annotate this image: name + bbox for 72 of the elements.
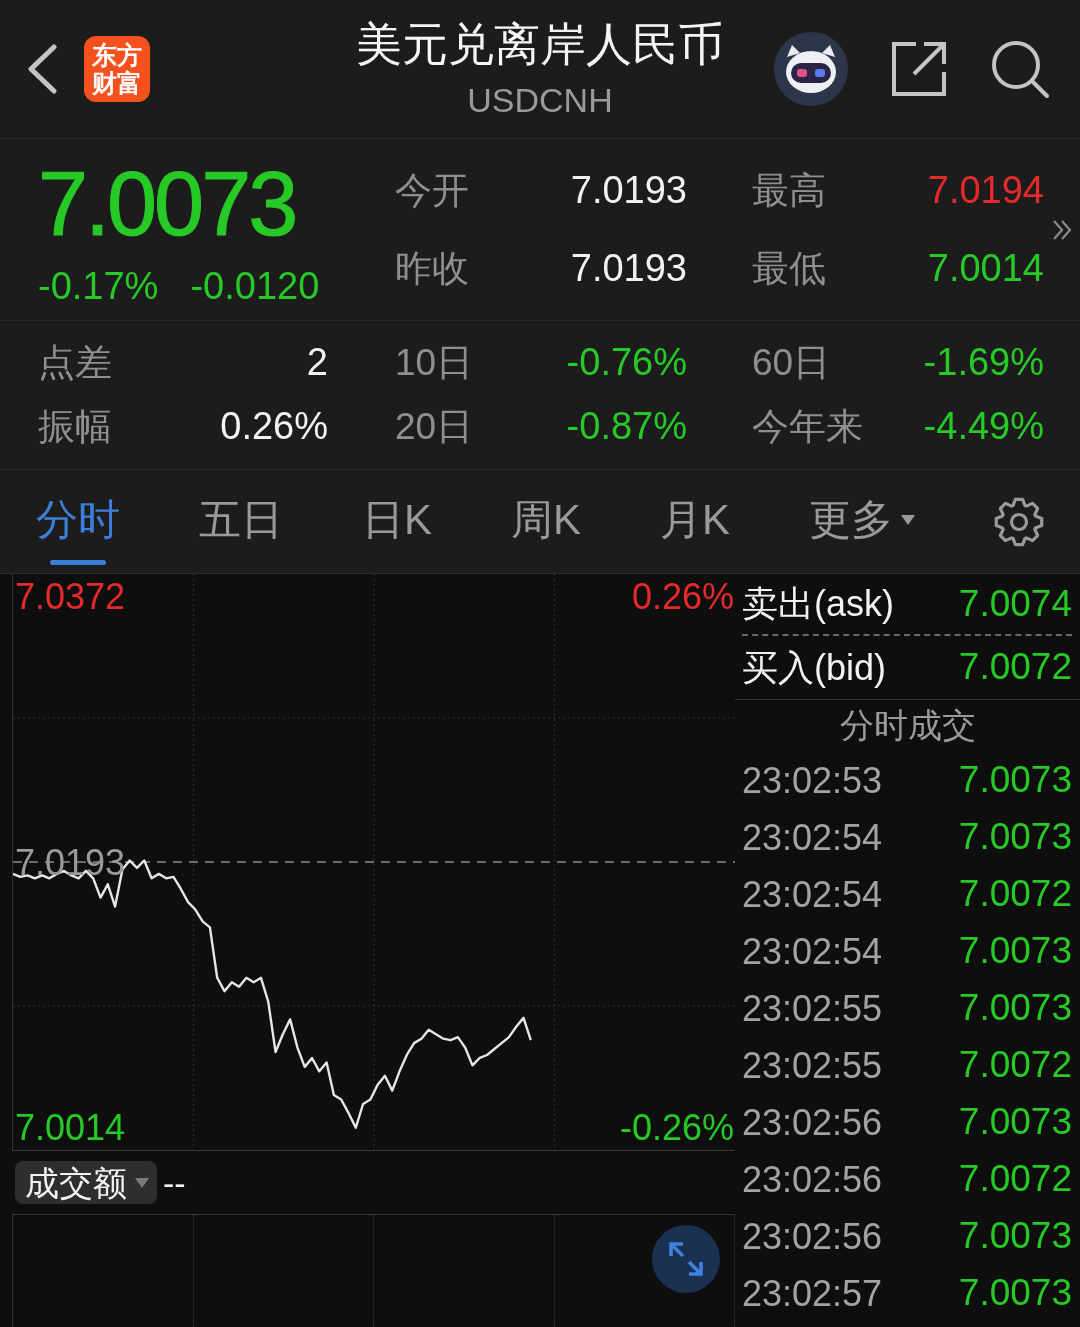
stat-label: 10日 — [395, 342, 474, 384]
stat-value: 2 — [306, 342, 328, 384]
axis-label: 0.26% — [631, 575, 734, 617]
expand-icon — [669, 1242, 703, 1276]
chart-tab[interactable]: 分时 — [36, 478, 120, 565]
change-amount: -0.0120 — [190, 267, 320, 305]
trades-title: 分时成交 — [839, 707, 976, 745]
trade-price: 7.0073 — [958, 760, 1072, 801]
stat-value: -0.87% — [566, 406, 687, 448]
caret-icon — [900, 514, 915, 525]
trade-price: 7.0073 — [958, 817, 1072, 858]
axis-label: -0.26% — [619, 1107, 734, 1149]
bid-price: 7.0072 — [958, 647, 1072, 688]
trade-time: 23:02:54 — [742, 874, 883, 915]
stat-value: 7.0193 — [570, 170, 687, 212]
stat-label: 昨收 — [395, 248, 469, 290]
stat-label: 最低 — [752, 248, 826, 290]
ask-label: 卖出(ask) — [742, 584, 894, 624]
chart-tab[interactable]: 月K — [659, 478, 730, 565]
trade-time: 23:02:53 — [742, 760, 883, 801]
change-percent: -0.17% — [38, 267, 159, 305]
chart-tab[interactable]: 日K — [361, 478, 432, 565]
ask-price: 7.0074 — [958, 583, 1072, 625]
stat-value: 7.0014 — [927, 248, 1044, 290]
double-chevron-icon[interactable] — [1051, 218, 1073, 242]
stat-value: -4.49% — [923, 406, 1044, 448]
page-title: 美元兑离岸人民币 — [356, 21, 724, 67]
stat-value: 0.26% — [220, 406, 328, 448]
share-icon[interactable] — [890, 40, 948, 98]
trade-time: 23:02:55 — [742, 988, 883, 1029]
robot-avatar-icon[interactable] — [774, 32, 848, 106]
metric-selector[interactable]: 成交额 — [15, 1161, 157, 1204]
trade-time: 23:02:56 — [742, 1216, 883, 1257]
trade-price: 7.0073 — [958, 988, 1072, 1029]
chart-tab[interactable]: 更多 — [808, 478, 915, 565]
stat-label: 点差 — [38, 342, 112, 384]
trade-price: 7.0072 — [958, 874, 1072, 915]
chart-tab[interactable]: 周K — [510, 478, 581, 565]
bid-label: 买入(bid) — [742, 647, 887, 688]
chart-tab[interactable]: 五日 — [199, 478, 283, 565]
trade-time: 23:02:54 — [742, 931, 883, 972]
trade-time: 23:02:54 — [742, 817, 883, 858]
search-icon[interactable] — [990, 39, 1050, 99]
back-icon[interactable] — [26, 44, 58, 94]
symbol-code: USDCNH — [467, 83, 613, 117]
trade-price: 7.0072 — [958, 1159, 1072, 1200]
trade-time: 23:02:55 — [742, 1045, 883, 1086]
trade-time: 23:02:56 — [742, 1159, 883, 1200]
stat-value: -1.69% — [923, 342, 1044, 384]
trade-time: 23:02:57 — [742, 1273, 883, 1314]
trade-price: 7.0073 — [958, 931, 1072, 972]
trade-price: 7.0073 — [958, 1273, 1072, 1314]
trade-price: 7.0073 — [958, 1216, 1072, 1257]
stat-label: 今年来 — [752, 406, 863, 448]
caret-icon — [135, 1178, 149, 1188]
trade-price: 7.0073 — [958, 1102, 1072, 1143]
settings-icon[interactable] — [993, 496, 1044, 547]
last-price: 7.0073 — [38, 159, 296, 249]
axis-label: 7.0372 — [15, 575, 126, 617]
axis-label: 7.0014 — [15, 1107, 126, 1149]
app-logo[interactable]: 东方 财富 — [84, 36, 150, 102]
stat-value: 7.0193 — [570, 248, 687, 290]
trade-time: 23:02:56 — [742, 1102, 883, 1143]
stat-value: 7.0194 — [927, 170, 1044, 212]
stat-label: 振幅 — [38, 406, 112, 448]
stat-value: -0.76% — [566, 342, 687, 384]
volume-value: -- — [163, 1165, 186, 1200]
stat-label: 60日 — [752, 342, 831, 384]
trade-price: 7.0072 — [958, 1045, 1072, 1086]
stat-label: 最高 — [752, 170, 826, 212]
stat-label: 20日 — [395, 406, 474, 448]
stat-label: 今开 — [395, 170, 469, 212]
